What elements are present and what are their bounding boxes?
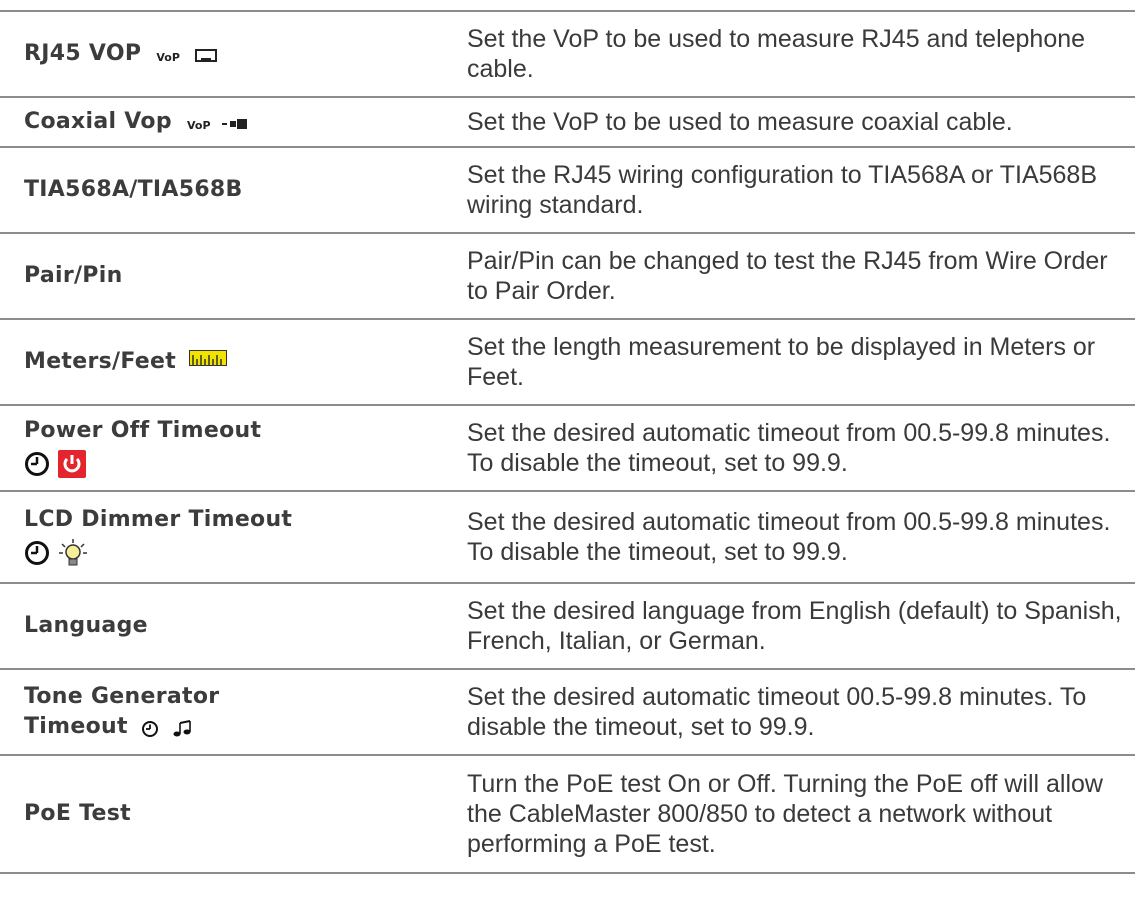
setting-label: Pair/Pin xyxy=(24,263,123,288)
setting-description: Set the VoP to be used to measure coaxia… xyxy=(467,108,1013,136)
table-row: Meters/Feet Set the length measurement t… xyxy=(0,318,1135,404)
table-row: PoE Test Turn the PoE test On or Off. Tu… xyxy=(0,754,1135,874)
setting-description: Set the RJ45 wiring configuration to TIA… xyxy=(467,161,1098,219)
music-note-icon xyxy=(172,719,192,738)
setting-label: Power Off Timeout xyxy=(24,418,262,443)
setting-label: PoE Test xyxy=(24,801,131,826)
description-cell: Pair/Pin can be changed to test the RJ45… xyxy=(467,234,1127,318)
clock-icon xyxy=(24,540,50,566)
setting-label: Timeout xyxy=(24,714,128,739)
clock-icon xyxy=(24,451,50,477)
description-cell: Set the length measurement to be display… xyxy=(467,320,1127,404)
setting-description: Set the desired automatic timeout 00.5-9… xyxy=(467,683,1087,741)
setting-description: Set the desired automatic timeout from 0… xyxy=(467,508,1111,566)
clock-icon xyxy=(141,720,159,738)
description-cell: Set the desired automatic timeout from 0… xyxy=(467,406,1127,490)
setting-description: Set the desired automatic timeout from 0… xyxy=(467,419,1111,477)
description-cell: Set the VoP to be used to measure RJ45 a… xyxy=(467,12,1127,96)
setting-label: LCD Dimmer Timeout xyxy=(24,507,293,532)
setting-cell: Meters/Feet xyxy=(24,320,444,404)
setting-label: Language xyxy=(24,613,148,638)
table-row: Power Off Timeout Set the desired automa… xyxy=(0,404,1135,490)
setting-description: Pair/Pin can be changed to test the RJ45… xyxy=(467,247,1108,305)
setting-cell: Power Off Timeout xyxy=(24,406,444,490)
rj45-jack-icon xyxy=(195,48,217,63)
description-cell: Set the desired automatic timeout from 0… xyxy=(467,492,1127,582)
setting-cell: Tone Generator Timeout xyxy=(24,670,444,754)
setting-cell: RJ45 VOP VoP xyxy=(24,12,444,96)
coax-connector-icon xyxy=(221,118,248,130)
table-row: TIA568A/TIA568B Set the RJ45 wiring conf… xyxy=(0,146,1135,232)
setting-description: Turn the PoE test On or Off. Turning the… xyxy=(467,770,1103,858)
power-icon xyxy=(58,450,86,478)
table-row: Tone Generator Timeout Set the desired a… xyxy=(0,668,1135,754)
setting-cell: Pair/Pin xyxy=(24,234,444,318)
table-row: Coaxial Vop VoP Set the VoP to be used t… xyxy=(0,96,1135,146)
settings-table: RJ45 VOP VoP Set the VoP to be used to m… xyxy=(0,10,1135,874)
ruler-icon xyxy=(189,349,228,366)
setting-label: Meters/Feet xyxy=(24,349,177,374)
setting-description: Set the VoP to be used to measure RJ45 a… xyxy=(467,25,1086,83)
description-cell: Set the desired automatic timeout 00.5-9… xyxy=(467,670,1127,754)
description-cell: Turn the PoE test On or Off. Turning the… xyxy=(467,756,1127,872)
setting-cell: PoE Test xyxy=(24,756,444,872)
setting-label: TIA568A/TIA568B xyxy=(24,177,243,202)
table-row: RJ45 VOP VoP Set the VoP to be used to m… xyxy=(0,10,1135,96)
description-cell: Set the VoP to be used to measure coaxia… xyxy=(467,98,1127,146)
description-cell: Set the desired language from English (d… xyxy=(467,584,1127,668)
setting-cell: LCD Dimmer Timeout xyxy=(24,492,444,582)
vop-icon: VoP xyxy=(186,119,211,132)
setting-cell: TIA568A/TIA568B xyxy=(24,148,444,232)
setting-description: Set the length measurement to be display… xyxy=(467,333,1096,391)
setting-description: Set the desired language from English (d… xyxy=(467,597,1122,655)
description-cell: Set the RJ45 wiring configuration to TIA… xyxy=(467,148,1127,232)
table-row: Language Set the desired language from E… xyxy=(0,582,1135,668)
lightbulb-icon xyxy=(58,538,88,568)
table-row: Pair/Pin Pair/Pin can be changed to test… xyxy=(0,232,1135,318)
table-row: LCD Dimmer Timeout Set the desired autom… xyxy=(0,490,1135,582)
vop-icon: VoP xyxy=(156,51,180,64)
setting-label: RJ45 VOP xyxy=(24,41,142,66)
setting-cell: Coaxial Vop VoP xyxy=(24,98,444,146)
setting-label: Tone Generator xyxy=(24,684,220,709)
setting-label: Coaxial Vop xyxy=(24,109,172,134)
setting-cell: Language xyxy=(24,584,444,668)
